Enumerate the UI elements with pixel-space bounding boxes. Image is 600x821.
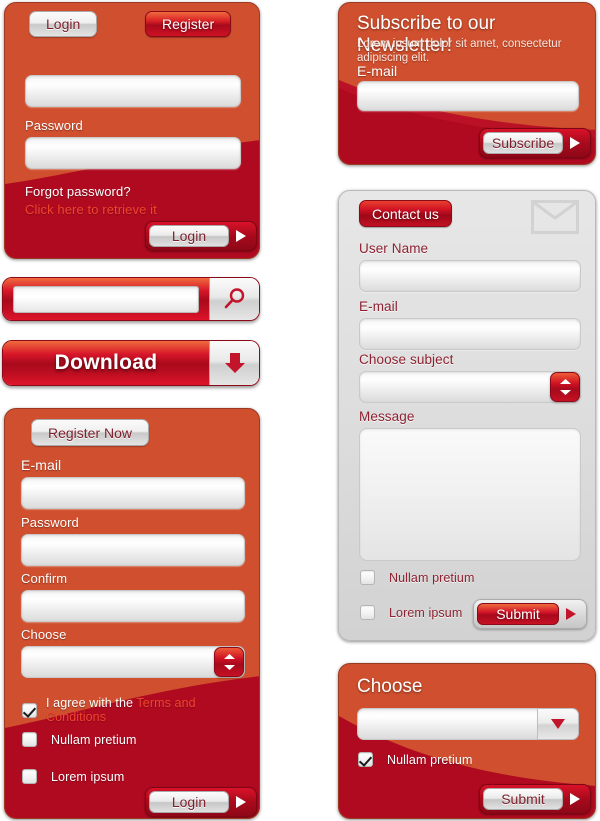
choose-submit-button[interactable]: Submit	[479, 784, 591, 814]
newsletter-email-input[interactable]	[357, 81, 579, 111]
contact-submit-button[interactable]: Submit	[473, 599, 587, 629]
chevron-down-icon	[551, 719, 565, 729]
contact-option-nullam-label: Nullam pretium	[389, 570, 475, 585]
agree-terms-checkbox[interactable]	[22, 702, 37, 718]
register-password-input[interactable]	[21, 534, 245, 566]
tab-register[interactable]: Register	[145, 11, 232, 37]
newsletter-description: Lorem ipsum dolor sit amet, consectetur …	[357, 38, 562, 64]
contact-panel: Contact us User Name E-mail Choose subje…	[338, 190, 596, 641]
register-choose-value[interactable]	[21, 646, 245, 678]
register-choose-select[interactable]	[21, 646, 245, 678]
contact-subject-label: Choose subject	[359, 352, 454, 367]
agree-terms-text: I agree with the Terms and Conditions	[46, 696, 259, 724]
download-button[interactable]	[209, 341, 259, 385]
tab-login-label: Login	[46, 16, 81, 32]
arrow-right-icon	[229, 229, 253, 243]
newsletter-email-label: E-mail	[357, 63, 398, 79]
download-label: Download	[54, 351, 158, 374]
contact-option-lorem-label: Lorem ipsum	[389, 605, 463, 620]
contact-subject-value[interactable]	[359, 371, 581, 403]
retrieve-password-link[interactable]: Click here to retrieve it	[25, 202, 157, 217]
contact-username-input[interactable]	[359, 260, 581, 292]
subscribe-label: Subscribe	[491, 135, 555, 151]
option-nullam-checkbox[interactable]	[22, 732, 37, 747]
choose-option-nullam-row[interactable]: Nullam pretium	[358, 752, 472, 767]
choose-panel-select[interactable]	[357, 708, 579, 740]
contact-option-nullam-checkbox[interactable]	[360, 570, 375, 585]
option-nullam-label: Nullam pretium	[51, 732, 137, 747]
newsletter-subscribe-button[interactable]: Subscribe	[479, 128, 591, 158]
register-confirm-label: Confirm	[21, 571, 68, 586]
forgot-password-label: Forgot password?	[25, 184, 131, 199]
newsletter-panel: Subscribe to our Newsletter! Lorem ipsum…	[338, 2, 596, 165]
choose-option-nullam-checkbox[interactable]	[358, 752, 373, 767]
tab-register-now[interactable]: Register Now	[31, 419, 150, 446]
password-label: Password	[25, 118, 83, 133]
register-confirm-input[interactable]	[21, 590, 245, 622]
search-bar-body	[3, 278, 209, 320]
search-input[interactable]	[13, 285, 199, 313]
arrow-right-icon	[559, 607, 583, 621]
spinner-updown-button[interactable]	[214, 647, 244, 677]
download-bar-body: Download	[3, 341, 209, 385]
option-lorem-label: Lorem ipsum	[51, 769, 125, 784]
contact-message-label: Message	[359, 409, 415, 424]
agree-terms-row[interactable]: I agree with the Terms and Conditions	[22, 696, 259, 724]
contact-email-input[interactable]	[359, 318, 581, 350]
tab-contact-us[interactable]: Contact us	[359, 200, 452, 227]
login-submit-inner: Login	[149, 225, 229, 247]
register-email-input[interactable]	[21, 477, 245, 509]
ui-kit-canvas: Login Register Password Forgot password?…	[0, 0, 600, 821]
tab-register-now-label: Register Now	[48, 424, 133, 441]
contact-option-nullam-row[interactable]: Nullam pretium	[360, 570, 474, 585]
tab-login[interactable]: Login	[29, 11, 98, 37]
search-bar	[2, 277, 260, 321]
register-submit-label: Login	[171, 794, 207, 810]
register-submit-inner: Login	[149, 791, 229, 813]
register-submit-button[interactable]: Login	[145, 787, 257, 817]
register-panel: Register Now E-mail Password Confirm Cho…	[4, 408, 260, 819]
contact-submit-inner: Submit	[477, 603, 559, 625]
arrow-right-icon	[563, 792, 587, 806]
download-bar[interactable]: Download	[2, 340, 260, 386]
option-lorem-checkbox[interactable]	[22, 769, 37, 784]
contact-subject-select[interactable]	[359, 371, 581, 403]
choose-panel: Choose Nullam pretium Submit	[338, 663, 596, 819]
contact-message-textarea[interactable]	[359, 428, 581, 561]
dropdown-button[interactable]	[537, 708, 579, 740]
contact-email-label: E-mail	[359, 299, 398, 314]
register-choose-label: Choose	[21, 627, 67, 642]
agree-terms-label: I agree with the	[46, 696, 137, 710]
register-email-label: E-mail	[21, 457, 62, 473]
username-input[interactable]	[25, 75, 241, 107]
contact-option-lorem-row[interactable]: Lorem ipsum	[360, 605, 462, 620]
choose-submit-label: Submit	[501, 791, 545, 807]
choose-submit-inner: Submit	[483, 788, 563, 810]
search-icon	[224, 288, 244, 309]
login-panel: Login Register Password Forgot password?…	[4, 2, 260, 259]
chevron-updown-icon	[559, 379, 571, 395]
login-submit-label: Login	[171, 228, 207, 244]
envelope-icon	[531, 200, 579, 234]
spinner-updown-button[interactable]	[550, 372, 580, 402]
contact-submit-label: Submit	[496, 606, 540, 622]
arrow-right-icon	[563, 136, 587, 150]
choose-panel-title: Choose	[357, 676, 423, 697]
contact-option-lorem-checkbox[interactable]	[360, 605, 375, 620]
search-button[interactable]	[209, 278, 259, 320]
tab-contact-us-label: Contact us	[372, 205, 439, 222]
password-input[interactable]	[25, 137, 241, 169]
option-lorem-row[interactable]: Lorem ipsum	[22, 769, 124, 784]
subscribe-inner: Subscribe	[483, 132, 563, 154]
chevron-updown-icon	[223, 654, 235, 670]
login-submit-button[interactable]: Login	[145, 221, 257, 251]
tab-register-label: Register	[162, 16, 215, 32]
contact-username-label: User Name	[359, 241, 429, 256]
register-password-label: Password	[21, 515, 79, 530]
arrow-right-icon	[229, 795, 253, 809]
download-arrow-icon	[224, 353, 245, 373]
choose-option-nullam-label: Nullam pretium	[387, 752, 473, 767]
option-nullam-row[interactable]: Nullam pretium	[22, 732, 136, 747]
